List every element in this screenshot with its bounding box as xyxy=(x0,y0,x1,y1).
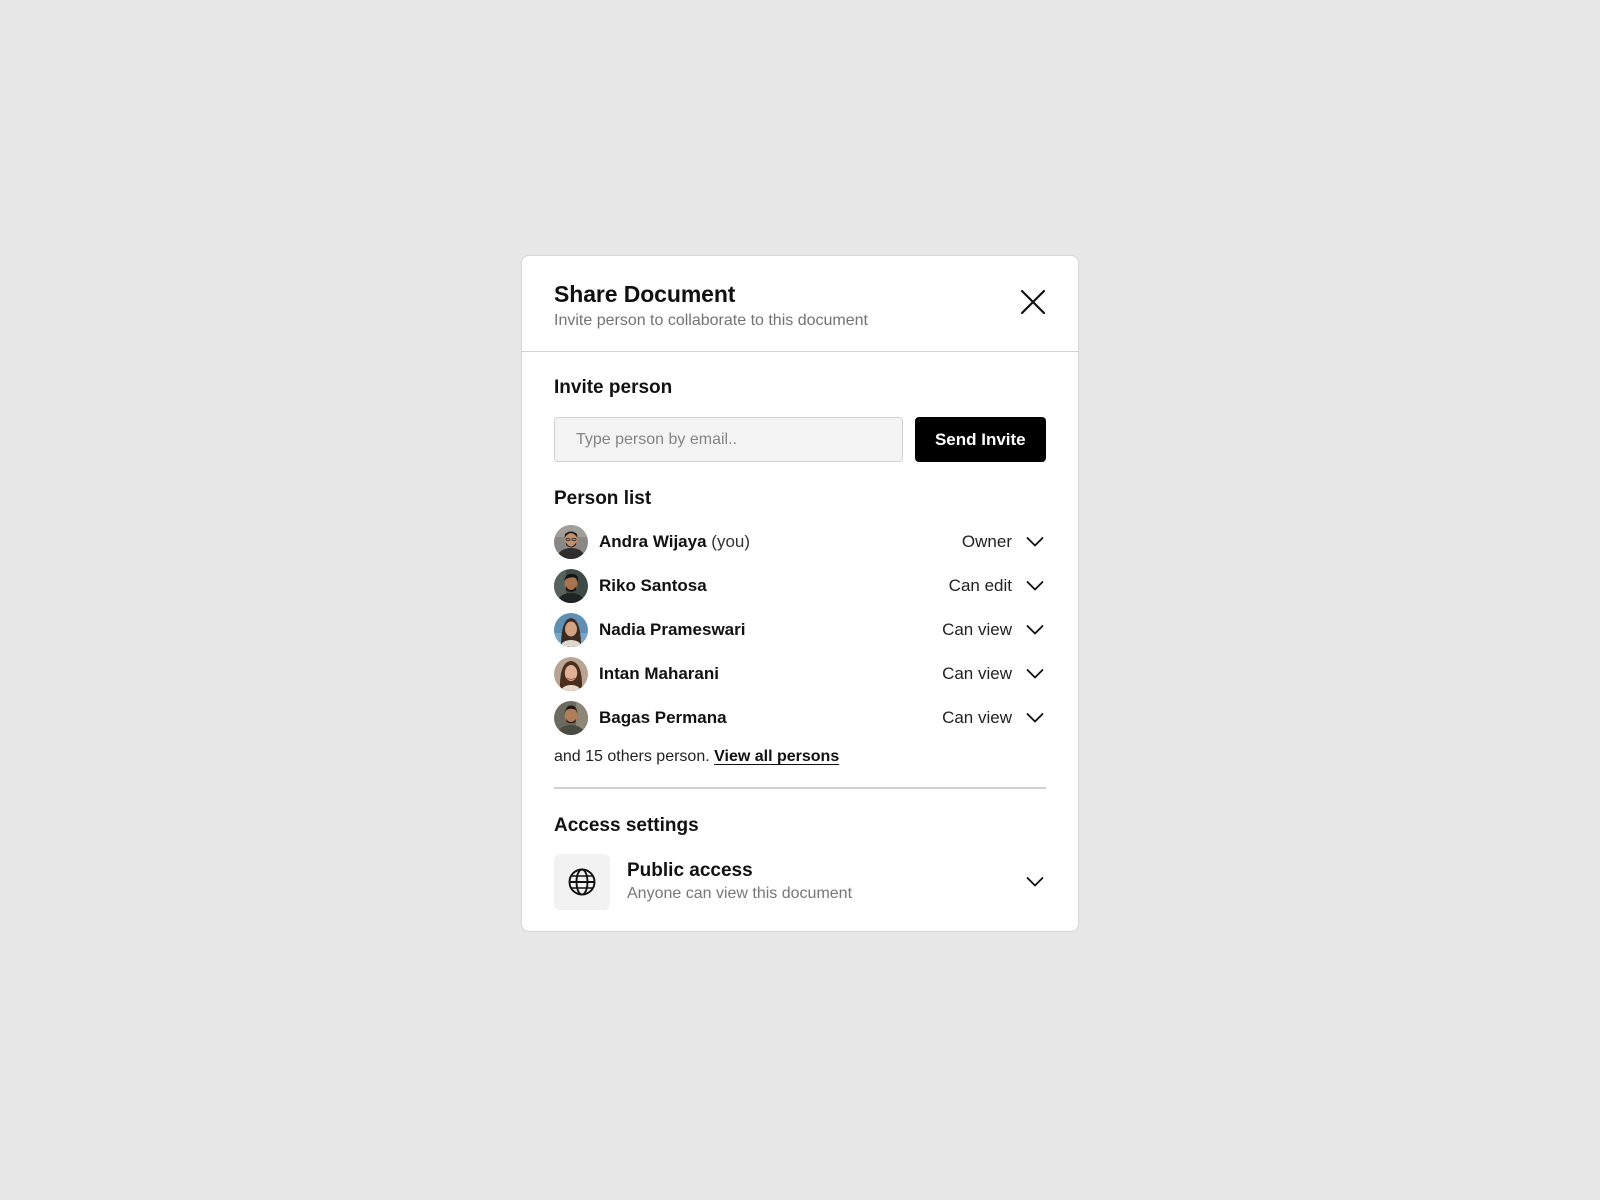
access-title: Public access xyxy=(627,859,753,881)
avatar xyxy=(554,613,588,647)
share-document-dialog: Share Document Invite person to collabor… xyxy=(521,255,1079,932)
chevron-down-icon xyxy=(1024,707,1046,729)
globe-icon-container xyxy=(554,853,610,910)
person-name: Riko Santosa xyxy=(599,576,707,595)
close-button[interactable] xyxy=(1018,287,1048,317)
dialog-body: Invite person Send Invite Person list xyxy=(522,352,1078,931)
access-text: Public access Anyone can view this docum… xyxy=(627,859,1024,905)
others-summary: and 15 others person. View all persons xyxy=(554,748,1046,766)
person-you-label: (you) xyxy=(711,532,751,551)
send-invite-button[interactable]: Send Invite xyxy=(914,417,1046,462)
globe-icon xyxy=(568,868,596,895)
person-name: Nadia Prameswari xyxy=(599,620,746,639)
avatar xyxy=(554,569,588,603)
access-settings-heading: Access settings xyxy=(554,814,699,836)
role-dropdown[interactable]: Can view xyxy=(942,707,1046,729)
person-name: Bagas Permana xyxy=(599,708,727,727)
role-dropdown[interactable]: Can view xyxy=(942,619,1046,641)
role-label: Can view xyxy=(942,664,1012,683)
person-row: Nadia Prameswari Can view xyxy=(554,613,1046,647)
person-row: Andra Wijaya (you) Owner xyxy=(554,525,1046,559)
chevron-down-icon xyxy=(1024,871,1046,893)
role-label: Can edit xyxy=(948,576,1012,595)
chevron-down-icon xyxy=(1024,619,1046,641)
person-name: Intan Maharani xyxy=(599,664,719,683)
person-list-heading: Person list xyxy=(554,488,652,509)
avatar xyxy=(554,701,588,735)
chevron-down-icon xyxy=(1024,575,1046,597)
dialog-header: Share Document Invite person to collabor… xyxy=(522,256,1078,352)
role-label: Owner xyxy=(961,532,1012,551)
dialog-title: Share Document xyxy=(554,281,736,307)
avatar xyxy=(554,657,588,691)
person-name: Andra Wijaya xyxy=(599,532,707,551)
person-list: Andra Wijaya (you) Owner Riko Santosa Ca… xyxy=(554,525,1046,735)
divider xyxy=(554,787,1046,789)
access-setting-dropdown[interactable]: Public access Anyone can view this docum… xyxy=(554,853,1046,910)
chevron-down-icon xyxy=(1024,663,1046,685)
role-label: Can view xyxy=(942,620,1012,639)
chevron-down-icon xyxy=(1024,531,1046,553)
role-dropdown[interactable]: Can view xyxy=(942,663,1046,685)
email-input[interactable] xyxy=(554,417,903,462)
role-dropdown[interactable]: Can edit xyxy=(949,575,1046,597)
dialog-subtitle: Invite person to collaborate to this doc… xyxy=(554,312,868,329)
avatar xyxy=(554,525,588,559)
view-all-persons-link[interactable]: View all persons xyxy=(714,748,839,765)
role-label: Can view xyxy=(942,708,1012,727)
person-row: Riko Santosa Can edit xyxy=(554,569,1046,603)
person-row: Intan Maharani Can view xyxy=(554,657,1046,691)
close-icon xyxy=(1020,289,1046,315)
invite-heading: Invite person xyxy=(554,377,673,398)
person-row: Bagas Permana Can view xyxy=(554,701,1046,735)
access-description: Anyone can view this document xyxy=(627,884,853,902)
others-count-text: and 15 others person. xyxy=(554,748,710,765)
invite-row: Send Invite xyxy=(554,417,1046,462)
role-dropdown[interactable]: Owner xyxy=(962,531,1046,553)
